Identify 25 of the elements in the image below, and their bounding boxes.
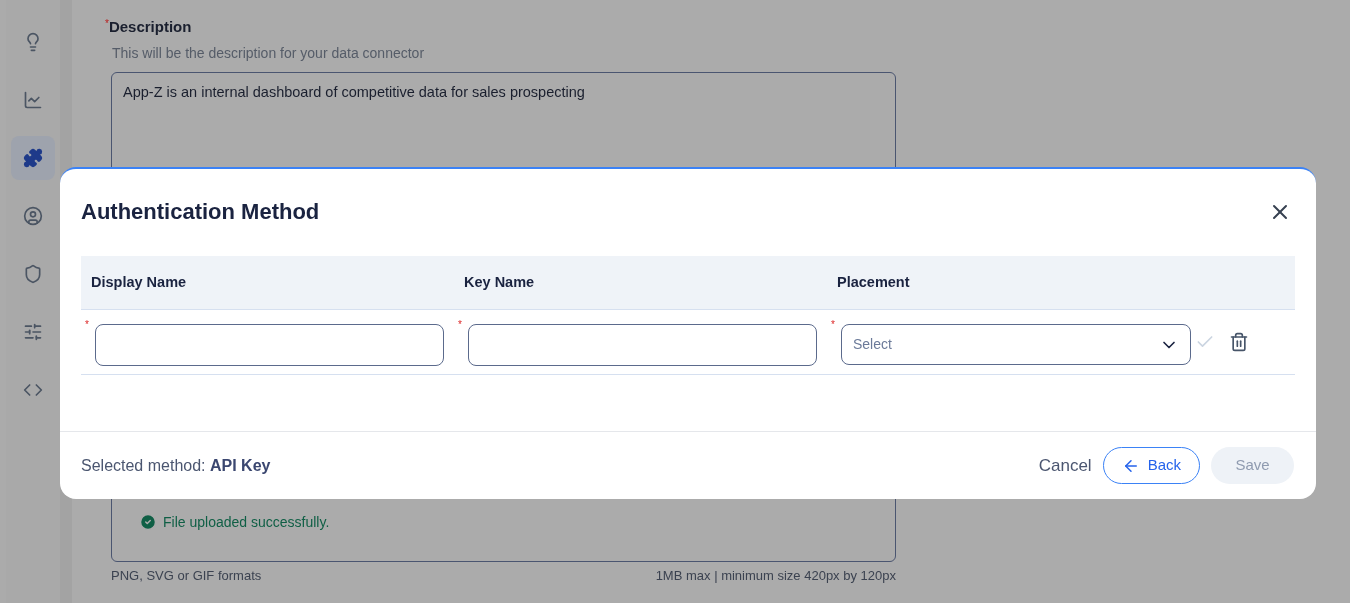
selected-method: Selected method: API Key [81,455,271,476]
cancel-button[interactable]: Cancel [1038,447,1092,484]
required-mark: * [458,318,463,332]
success-icon [139,513,157,531]
puzzle-icon [23,148,43,168]
column-header: Placement [836,272,911,292]
required-mark: * [831,318,836,332]
column-header: Key Name [463,272,536,292]
text-field[interactable] [95,324,444,366]
text-field[interactable] [468,324,817,366]
required-mark: * [85,318,90,332]
format-note: PNG, SVG or GIF formats [111,566,262,585]
field-label: Description [108,17,192,37]
required-mark: * [105,17,109,29]
column-header: Display Name [90,272,188,292]
chart-icon [23,90,43,110]
upload-status: File uploaded successfully. [163,512,330,532]
placement-select[interactable]: Select [841,324,1191,365]
sliders-icon [23,322,43,342]
user-icon [23,206,43,226]
sidebar-item[interactable] [11,136,55,180]
size-note: 1MB max | minimum size 420px by 120px [655,566,896,585]
field-hint: This will be the description for your data connector [112,43,426,63]
shield-icon [23,264,43,284]
delete-button[interactable] [1229,332,1249,352]
